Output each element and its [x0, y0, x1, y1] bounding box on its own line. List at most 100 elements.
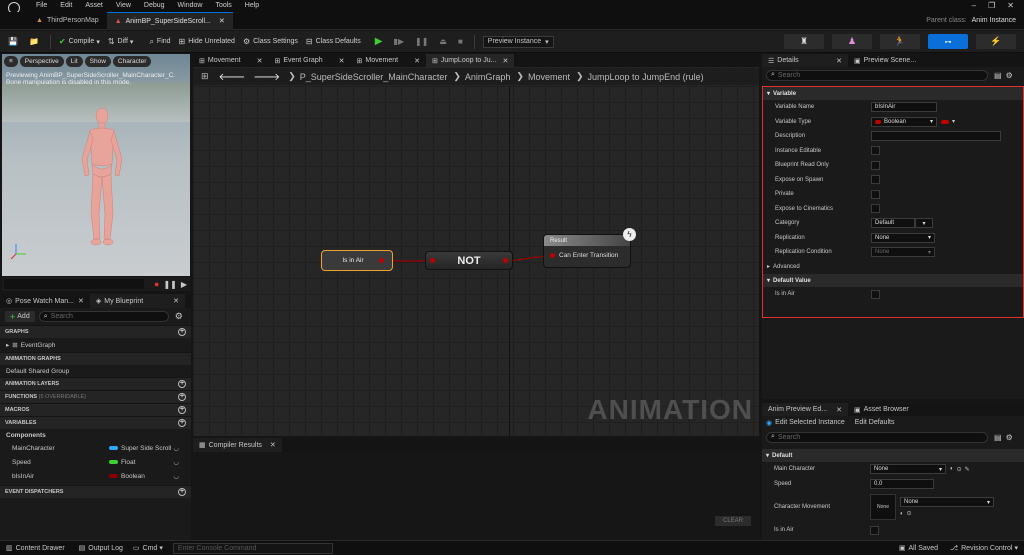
variable-name-field[interactable]: bIsInAir — [871, 102, 937, 113]
input-pin[interactable] — [550, 252, 555, 258]
functions-category[interactable]: FUNCTIONS (5 OVERRIDABLE) + — [0, 390, 191, 403]
event-dispatchers-category[interactable]: EVENT DISPATCHERS + — [0, 485, 191, 498]
tab-animbp[interactable]: ▲ AnimBP_SuperSideScroll... ✕ — [106, 11, 233, 30]
event-graph-item[interactable]: ▸ ⊞ EventGraph — [0, 338, 191, 352]
compile-button[interactable]: ✔ Compile ▾ — [59, 37, 100, 46]
blueprint-mode-button[interactable]: ⊶ — [928, 34, 968, 49]
animation-layers-category[interactable]: ANIMATION LAYERS + — [0, 377, 191, 390]
add-function-icon[interactable]: + — [178, 393, 186, 401]
add-variable-icon[interactable]: + — [178, 419, 186, 427]
clear-button[interactable]: CLEAR — [714, 516, 751, 526]
description-field[interactable] — [871, 131, 1001, 142]
variables-category[interactable]: VARIABLES + — [0, 416, 191, 429]
replication-condition-dropdown[interactable]: None ▾ — [871, 247, 935, 258]
anim-preview-search-input[interactable]: ⌕ Search — [766, 431, 988, 443]
is-in-air-checkbox[interactable] — [871, 289, 880, 299]
save-icon[interactable]: 💾 — [8, 37, 21, 46]
character-movement-dropdown[interactable]: None ▾ — [900, 497, 994, 507]
tab-compiler-results[interactable]: ▦ Compiler Results ✕ — [193, 438, 282, 452]
use-selected-icon[interactable]: ◐ — [900, 511, 904, 517]
minimize-icon[interactable]: – — [972, 1, 976, 10]
cmd-dropdown[interactable]: ▭ Cmd ▾ — [133, 544, 163, 553]
viewport-menu-icon[interactable]: ≡ — [4, 56, 18, 67]
gear-icon[interactable]: ⚙ — [1006, 433, 1013, 442]
tab-details[interactable]: ☰ Details ✕ — [762, 54, 848, 67]
lit-button[interactable]: Lit — [65, 56, 83, 67]
tab-thirdpersonmap[interactable]: ▲ ThirdPersonMap — [28, 12, 107, 30]
blueprint-read-only-checkbox[interactable] — [871, 160, 880, 170]
replication-dropdown[interactable]: None ▾ — [871, 232, 935, 243]
animation-mode-button[interactable]: 🏃 — [880, 34, 920, 49]
category-field[interactable]: Default — [871, 218, 915, 229]
search-input[interactable]: ⌕ Search — [38, 311, 169, 322]
step-button[interactable]: ▮▶ — [393, 37, 407, 46]
variable-row-bisinair[interactable]: bIsInAir Boolean ◡ — [0, 469, 191, 483]
close-icon[interactable]: ✕ — [1007, 1, 1014, 10]
add-layer-icon[interactable]: + — [178, 380, 186, 388]
browse-icon[interactable]: ⊙ — [907, 510, 912, 517]
expose-on-spawn-checkbox[interactable] — [871, 175, 880, 185]
character-button[interactable]: Character — [112, 56, 152, 67]
perspective-button[interactable]: Perspective — [19, 56, 64, 67]
list-view-icon[interactable]: ▤ — [994, 71, 1002, 80]
gear-icon[interactable]: ⚙ — [175, 311, 183, 322]
record-icon[interactable]: ● — [154, 279, 159, 289]
graph-editor[interactable]: ⊞ Movement ✕ ⊞ Event Graph ✕ ⊞ Movement ✕ ⊞ Jum… — [193, 54, 759, 436]
physics-mode-button[interactable]: ⚡ — [976, 34, 1016, 49]
find-button[interactable]: ⌕ Find — [149, 37, 170, 47]
variable-row-maincharacter[interactable]: MainCharacter Super Side Scroll ◡ — [0, 441, 191, 455]
expose-to-cinematics-checkbox[interactable] — [871, 204, 880, 214]
menu-view[interactable]: View — [116, 2, 131, 9]
advanced-row[interactable]: ▸ Advanced — [763, 260, 1023, 275]
tab-my-blueprint[interactable]: ◈ My Blueprint ✕ — [89, 294, 186, 308]
menu-asset[interactable]: Asset — [85, 2, 103, 9]
preview-viewport[interactable]: ≡ Perspective Lit Show Character Preview… — [2, 54, 190, 276]
mesh-mode-button[interactable]: ♟ — [832, 34, 872, 49]
menu-help[interactable]: Help — [245, 2, 259, 9]
play-button[interactable]: ▶ — [375, 36, 386, 47]
result-node[interactable]: Result Can Enter Transition ϟ — [543, 228, 636, 268]
eye-icon[interactable]: ◡ — [173, 458, 179, 466]
private-checkbox[interactable] — [871, 189, 880, 199]
eye-icon[interactable]: ◡ — [173, 444, 179, 452]
content-drawer-button[interactable]: ▥ Content Drawer — [6, 544, 65, 553]
maximize-icon[interactable]: ❐ — [988, 1, 995, 10]
instance-editable-checkbox[interactable] — [871, 146, 880, 156]
browse-icon[interactable]: 📁 — [29, 37, 42, 46]
menu-edit[interactable]: Edit — [60, 2, 72, 9]
add-dispatcher-icon[interactable]: + — [178, 488, 186, 496]
menu-debug[interactable]: Debug — [144, 2, 165, 9]
default-section-header[interactable]: ▾ Default — [762, 449, 1024, 462]
menu-file[interactable]: File — [36, 2, 47, 9]
revision-control-button[interactable]: ⎇ Revision Control ▾ — [950, 544, 1018, 553]
skeleton-mode-button[interactable]: ♜ — [784, 34, 824, 49]
add-graph-icon[interactable]: + — [178, 328, 186, 336]
play-icon[interactable]: ▶ — [181, 280, 187, 289]
default-value-section-header[interactable]: ▾ Default Value — [763, 274, 1023, 287]
variable-type-dropdown[interactable]: Boolean ▾ — [871, 116, 937, 127]
variable-row-speed[interactable]: Speed Float ◡ — [0, 455, 191, 469]
eyedropper-icon[interactable]: ✎ — [965, 466, 970, 473]
pause-icon[interactable]: ❚❚ — [163, 280, 176, 289]
gear-icon[interactable]: ⚙ — [1006, 71, 1013, 80]
variable-section-header[interactable]: ▾ Variable — [763, 87, 1023, 100]
edit-selected-instance-radio[interactable]: ◉ Edit Selected Instance — [766, 419, 845, 427]
main-character-dropdown[interactable]: None ▾ — [870, 464, 946, 475]
hide-unrelated-button[interactable]: ⊞ Hide Unrelated — [179, 37, 235, 46]
macros-category[interactable]: MACROS + — [0, 403, 191, 416]
output-log-button[interactable]: ▤ Output Log — [79, 544, 123, 553]
stop-button[interactable]: ■ — [458, 37, 466, 46]
menu-window[interactable]: Window — [178, 2, 203, 9]
close-tab-icon[interactable]: ✕ — [219, 17, 225, 25]
output-pin[interactable] — [379, 258, 384, 263]
eye-icon[interactable]: ◡ — [173, 472, 179, 480]
pause-button[interactable]: ❚❚ — [415, 37, 431, 46]
can-enter-transition-pin[interactable]: Can Enter Transition — [544, 246, 630, 264]
tab-pose-watch[interactable]: ◎ Pose Watch Man... ✕ — [0, 294, 90, 308]
class-settings-button[interactable]: ⚙ Class Settings — [243, 37, 298, 46]
graphs-category[interactable]: GRAPHS + — [0, 325, 191, 338]
eject-button[interactable]: ⏏ — [439, 37, 450, 46]
add-button[interactable]: + Add — [5, 311, 35, 322]
class-defaults-button[interactable]: ⊟ Class Defaults — [306, 37, 361, 46]
speed-field[interactable]: 0.0 — [870, 478, 934, 489]
